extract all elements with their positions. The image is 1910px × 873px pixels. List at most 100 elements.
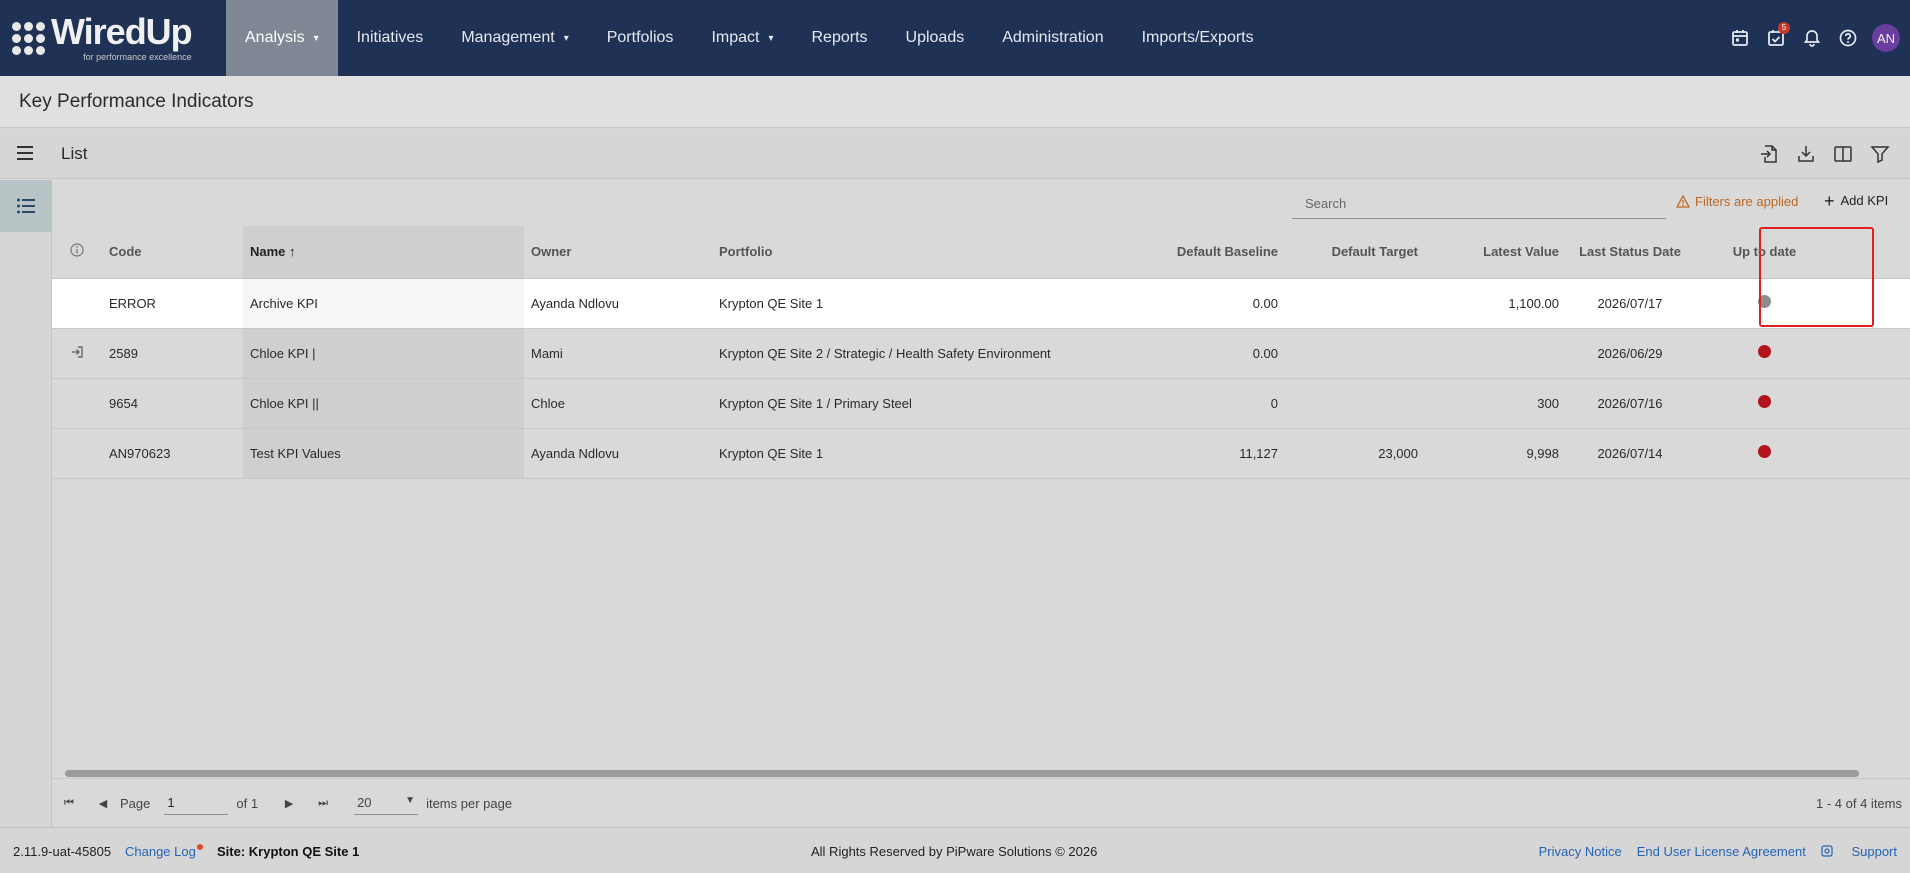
column-header-last-status-date[interactable]: Last Status Date [1566, 226, 1694, 279]
nav-item-label: Administration [1002, 29, 1104, 46]
column-header-code[interactable]: Code [102, 226, 243, 279]
next-page-icon[interactable]: ▶ [272, 797, 306, 810]
column-header-name-label: Name [250, 244, 286, 260]
support-icon [1821, 845, 1833, 857]
copyright-text: All Rights Reserved by PiPware Solutions… [811, 844, 1098, 859]
top-navigation-bar: WiredUp for performance excellence Analy… [0, 0, 1910, 76]
kpi-list-panel: Filters are applied + Add KPI Code Name … [52, 180, 1910, 827]
filter-icon[interactable] [1861, 139, 1898, 169]
download-icon[interactable] [1787, 139, 1824, 169]
scrollbar-thumb[interactable] [65, 770, 1859, 777]
eula-link[interactable]: End User License Agreement [1637, 844, 1806, 859]
cell-default-target [1285, 328, 1425, 379]
first-page-icon[interactable]: ⏮ [52, 797, 86, 810]
cell-spacer [1835, 428, 1910, 479]
column-header-up-to-date[interactable]: Up to date [1694, 226, 1835, 279]
info-header [52, 226, 102, 279]
cell-name: Chloe KPI | [243, 328, 524, 379]
cell-up-to-date [1694, 328, 1835, 379]
items-range-label: 1 - 4 of 4 items [1816, 795, 1902, 811]
brand-tagline: for performance excellence [83, 52, 192, 62]
nav-item-impact[interactable]: Impact ▾ [692, 0, 792, 76]
filters-applied-label: Filters are applied [1695, 194, 1799, 209]
table-row[interactable]: 9654 Chloe KPI || Chloe Krypton QE Site 1 /… [52, 378, 1910, 429]
app-version: 2.11.9-uat-45805 [13, 844, 112, 859]
chevron-down-icon: ▾ [313, 32, 319, 44]
page-title-bar: Key Performance Indicators [0, 76, 1910, 128]
cell-default-baseline: 11,127 [1124, 428, 1285, 479]
logo-dots-icon [12, 21, 45, 55]
nav-item-administration[interactable]: Administration [983, 0, 1122, 76]
cell-default-baseline: 0.00 [1124, 278, 1285, 329]
add-kpi-button[interactable]: + Add KPI [1824, 192, 1889, 210]
page-number-input[interactable] [164, 791, 229, 815]
cell-code: 2589 [102, 328, 243, 379]
table-row[interactable]: AN970623 Test KPI Values Ayanda Ndlovu Kryp… [52, 428, 1910, 479]
cell-row-icon [52, 428, 102, 479]
cell-default-target [1285, 378, 1425, 429]
table-row[interactable]: ERROR Archive KPI Ayanda Ndlovu Krypton QE … [52, 278, 1910, 329]
privacy-notice-link[interactable]: Privacy Notice [1539, 844, 1622, 859]
cell-spacer [1835, 328, 1910, 379]
tasks-icon[interactable]: 5 [1758, 20, 1794, 56]
cell-default-baseline: 0 [1124, 378, 1285, 429]
cell-portfolio: Krypton QE Site 1 / Primary Steel [712, 378, 1124, 429]
support-link[interactable]: Support [1821, 844, 1897, 859]
cell-up-to-date [1694, 378, 1835, 429]
add-kpi-label: Add KPI [1840, 193, 1889, 208]
items-per-page-select[interactable]: 20 ▼ [354, 791, 419, 815]
nav-item-imports-exports[interactable]: Imports/Exports [1123, 0, 1273, 76]
footer: 2.11.9-uat-45805 Change Log Site: Krypto… [0, 827, 1910, 873]
filters-applied-notice[interactable]: Filters are applied [1676, 194, 1798, 209]
column-header-owner[interactable]: Owner [524, 226, 712, 279]
columns-icon[interactable] [1824, 139, 1861, 169]
nav-item-initiatives[interactable]: Initiatives [338, 0, 443, 76]
column-header-name[interactable]: Name ↑ [243, 226, 524, 279]
cell-last-status-date: 2026/07/14 [1566, 428, 1694, 479]
last-page-icon[interactable]: ⏭ [306, 797, 340, 810]
column-header-default-target[interactable]: Default Target [1285, 226, 1425, 279]
cell-last-status-date: 2026/06/29 [1566, 328, 1694, 379]
nav-item-label: Analysis [245, 29, 305, 46]
search-input[interactable] [1292, 189, 1666, 219]
cell-owner: Chloe [524, 378, 712, 429]
bell-icon[interactable] [1794, 20, 1830, 56]
cell-up-to-date [1694, 428, 1835, 479]
nav-item-management[interactable]: Management ▾ [442, 0, 587, 76]
cell-code: AN970623 [102, 428, 243, 479]
list-view-icon[interactable] [0, 180, 51, 232]
cell-portfolio: Krypton QE Site 1 [712, 278, 1124, 329]
list-title: List [61, 144, 88, 163]
nav-item-uploads[interactable]: Uploads [887, 0, 984, 76]
table-row[interactable]: 2589 Chloe KPI | Mami Krypton QE Site 2 / S… [52, 328, 1910, 379]
calendar-icon[interactable] [1722, 20, 1758, 56]
cell-row-icon [52, 378, 102, 429]
nav-item-portfolios[interactable]: Portfolios [588, 0, 693, 76]
left-view-rail [0, 180, 52, 827]
user-avatar[interactable]: AN [1872, 24, 1900, 52]
cell-default-baseline: 0.00 [1124, 328, 1285, 379]
wiredup-logo[interactable]: WiredUp for performance excellence [0, 0, 226, 76]
warning-icon [1676, 195, 1690, 208]
current-site: Site: Krypton QE Site 1 [217, 844, 360, 859]
cell-owner: Ayanda Ndlovu [524, 278, 712, 329]
hamburger-menu-icon[interactable] [15, 143, 35, 166]
previous-page-icon[interactable]: ◀ [86, 797, 120, 810]
cell-latest-value: 1,100.00 [1425, 278, 1566, 329]
cell-latest-value: 9,998 [1425, 428, 1566, 479]
change-log-link[interactable]: Change Log [125, 844, 203, 859]
help-icon[interactable] [1830, 20, 1866, 56]
nav-item-analysis[interactable]: Analysis ▾ [226, 0, 338, 76]
items-per-page-label: items per page [426, 795, 513, 811]
sort-ascending-icon: ↑ [289, 244, 296, 260]
login-icon [72, 345, 83, 358]
horizontal-scrollbar[interactable] [62, 770, 1900, 778]
column-header-latest-value[interactable]: Latest Value [1425, 226, 1566, 279]
import-file-icon[interactable] [1750, 139, 1787, 169]
column-header-portfolio[interactable]: Portfolio [712, 226, 1124, 279]
column-header-default-baseline[interactable]: Default Baseline [1124, 226, 1285, 279]
page-title: Key Performance Indicators [19, 91, 254, 112]
cell-last-status-date: 2026/07/17 [1566, 278, 1694, 329]
nav-item-reports[interactable]: Reports [792, 0, 886, 76]
cell-latest-value [1425, 328, 1566, 379]
